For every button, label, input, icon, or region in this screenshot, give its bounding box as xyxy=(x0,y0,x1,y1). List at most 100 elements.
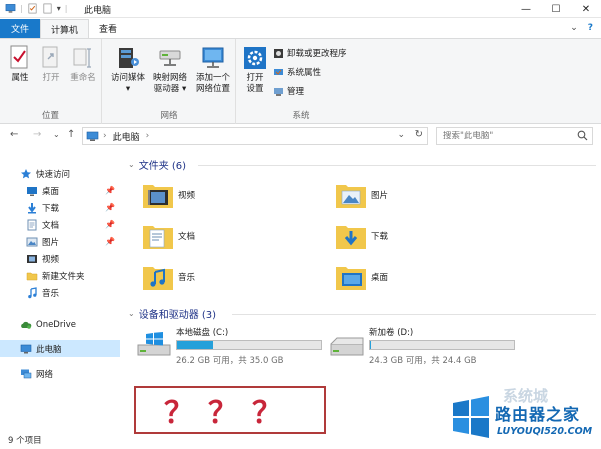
search-icon[interactable] xyxy=(577,130,588,141)
folder-pictures[interactable]: 图片 xyxy=(335,181,388,209)
address-dropdown-icon[interactable]: ⌄ xyxy=(397,130,405,140)
close-button[interactable]: ✕ xyxy=(571,0,601,18)
settings-gear-icon xyxy=(244,47,266,69)
new-folder-icon[interactable] xyxy=(42,3,53,14)
pin-icon[interactable]: 📌 xyxy=(105,186,115,195)
collapse-chevron-icon[interactable]: ⌄ xyxy=(128,160,135,169)
properties-icon[interactable] xyxy=(27,3,38,14)
tab-view[interactable]: 查看 xyxy=(89,19,127,38)
forward-arrow-icon[interactable]: → xyxy=(33,129,41,140)
folder-music[interactable]: 音乐 xyxy=(142,263,195,291)
drive-d[interactable]: 新加卷 (D:) 24.3 GB 可用，共 24.4 GB xyxy=(329,326,519,368)
system-properties-label: 系统属性 xyxy=(287,68,322,78)
add-network-location-button[interactable]: 添加一个 网络位置 xyxy=(191,45,235,95)
nav-item-pictures[interactable]: 图片 📌 xyxy=(0,233,120,250)
status-item-count: 9 个项目 xyxy=(8,436,42,446)
search-box[interactable] xyxy=(436,127,593,145)
nav-item-onedrive[interactable]: OneDrive xyxy=(0,316,120,333)
folders-section-header[interactable]: ⌄ 文件夹 (6) xyxy=(128,157,186,172)
address-bar[interactable]: › 此电脑 › ⌄ ↻ xyxy=(82,127,428,145)
tab-computer[interactable]: 计算机 xyxy=(40,19,90,38)
folder-label: 文档 xyxy=(178,232,196,242)
network-drive-icon xyxy=(159,50,181,66)
download-arrow-icon xyxy=(28,202,36,213)
properties-icon xyxy=(10,45,28,69)
manage-button[interactable]: 管理 xyxy=(273,85,304,97)
refresh-icon[interactable]: ↻ xyxy=(415,129,423,140)
computer-icon[interactable] xyxy=(5,3,16,14)
open-button[interactable]: 打开 xyxy=(38,45,64,84)
address-row: ← → ⌄ ↑ › 此电脑 › ⌄ ↻ xyxy=(0,124,601,148)
drive-c[interactable]: 本地磁盘 (C:) 26.2 GB 可用，共 35.0 GB xyxy=(136,326,326,368)
back-arrow-icon[interactable]: ← xyxy=(10,129,18,140)
nav-item-quick-access[interactable]: 快速访问 xyxy=(0,165,120,182)
music-folder-icon xyxy=(143,267,173,290)
access-media-label: 访问媒体 xyxy=(110,73,145,83)
open-settings-button[interactable]: 打开 设置 xyxy=(241,45,269,95)
system-properties-icon xyxy=(274,68,283,75)
pictures-folder-icon xyxy=(336,185,366,208)
folders-header-label: 文件夹 (6) xyxy=(138,161,187,172)
ribbon-group-system: 打开 设置 卸载或更改程序 系统属性 管理 系统 xyxy=(237,39,365,125)
map-network-drive-button[interactable]: 映射网络 驱动器 ▾ xyxy=(149,45,191,95)
nav-item-music[interactable]: 音乐 xyxy=(0,284,120,301)
nav-item-videos[interactable]: 视频 xyxy=(0,250,120,267)
watermark: 系统城 路由器之家 LUYOUQI520.COM xyxy=(447,387,601,449)
pin-icon[interactable]: 📌 xyxy=(105,203,115,212)
pin-icon[interactable]: 📌 xyxy=(105,220,115,229)
folder-icon xyxy=(26,272,38,280)
rename-button[interactable]: 重命名 xyxy=(66,45,100,84)
uninstall-icon xyxy=(274,48,283,58)
network-location-icon xyxy=(202,47,224,68)
breadcrumb-separator[interactable]: › xyxy=(103,131,107,141)
breadcrumb-this-pc[interactable]: 此电脑 xyxy=(113,130,140,143)
documents-folder-icon xyxy=(143,226,173,249)
nav-item-new-folder[interactable]: 新建文件夹 xyxy=(0,267,120,284)
nav-item-downloads[interactable]: 下载 📌 xyxy=(0,199,120,216)
folder-downloads[interactable]: 下载 xyxy=(335,222,388,250)
star-icon xyxy=(21,168,31,178)
nav-item-desktop[interactable]: 桌面 📌 xyxy=(0,182,120,199)
videos-folder-icon xyxy=(143,185,173,208)
open-label: 打开 xyxy=(42,73,60,83)
up-arrow-icon[interactable]: ↑ xyxy=(67,129,75,140)
drive-d-usage-bar xyxy=(369,340,515,350)
drives-section-header[interactable]: ⌄ 设备和驱动器 (3) xyxy=(128,306,216,321)
window-title: 此电脑 xyxy=(84,6,112,16)
pin-icon[interactable]: 📌 xyxy=(105,237,115,246)
open-icon xyxy=(42,46,58,68)
drive-d-space: 24.3 GB 可用，共 24.4 GB xyxy=(369,356,477,366)
qat-dropdown-icon[interactable]: ▾ xyxy=(57,4,61,13)
windows-drive-icon xyxy=(137,332,171,356)
search-input[interactable] xyxy=(443,131,573,141)
open-settings-label-2: 设置 xyxy=(246,84,264,94)
nav-item-this-pc[interactable]: 此电脑 xyxy=(0,340,120,357)
help-icon[interactable]: ? xyxy=(588,23,593,33)
folder-videos[interactable]: 视频 xyxy=(142,181,195,209)
drive-c-usage-fill xyxy=(177,341,213,349)
nav-item-network[interactable]: 网络 xyxy=(0,365,120,382)
hard-drive-icon xyxy=(330,337,364,356)
recent-locations-icon[interactable]: ⌄ xyxy=(53,130,60,139)
access-media-button[interactable]: 访问媒体 ▾ xyxy=(107,45,149,95)
windows-logo-icon xyxy=(453,396,489,438)
maximize-button[interactable]: ☐ xyxy=(541,0,571,18)
group-label-system: 系统 xyxy=(292,111,310,121)
media-server-icon xyxy=(119,48,139,68)
uninstall-program-button[interactable]: 卸载或更改程序 xyxy=(273,47,347,59)
drive-d-usage-fill xyxy=(370,341,371,349)
properties-button[interactable]: 属性 xyxy=(6,45,34,84)
breadcrumb-separator[interactable]: › xyxy=(146,131,150,141)
folder-documents[interactable]: 文档 xyxy=(142,222,195,250)
system-properties-button[interactable]: 系统属性 xyxy=(273,66,321,78)
drive-c-usage-bar xyxy=(176,340,322,350)
nav-item-documents[interactable]: 文档 📌 xyxy=(0,216,120,233)
tab-file[interactable]: 文件 xyxy=(0,19,40,38)
folder-label: 图片 xyxy=(371,191,389,201)
folder-desktop[interactable]: 桌面 xyxy=(335,263,388,291)
collapse-chevron-icon[interactable]: ⌄ xyxy=(128,309,135,318)
minimize-button[interactable]: — xyxy=(511,0,541,18)
watermark-url: LUYOUQI520.COM xyxy=(497,426,593,437)
ribbon-group-network: 访问媒体 ▾ 映射网络 驱动器 ▾ 添加一个 网络位置 网络 xyxy=(103,39,236,125)
chevron-down-icon[interactable]: ⌄ xyxy=(570,23,578,33)
